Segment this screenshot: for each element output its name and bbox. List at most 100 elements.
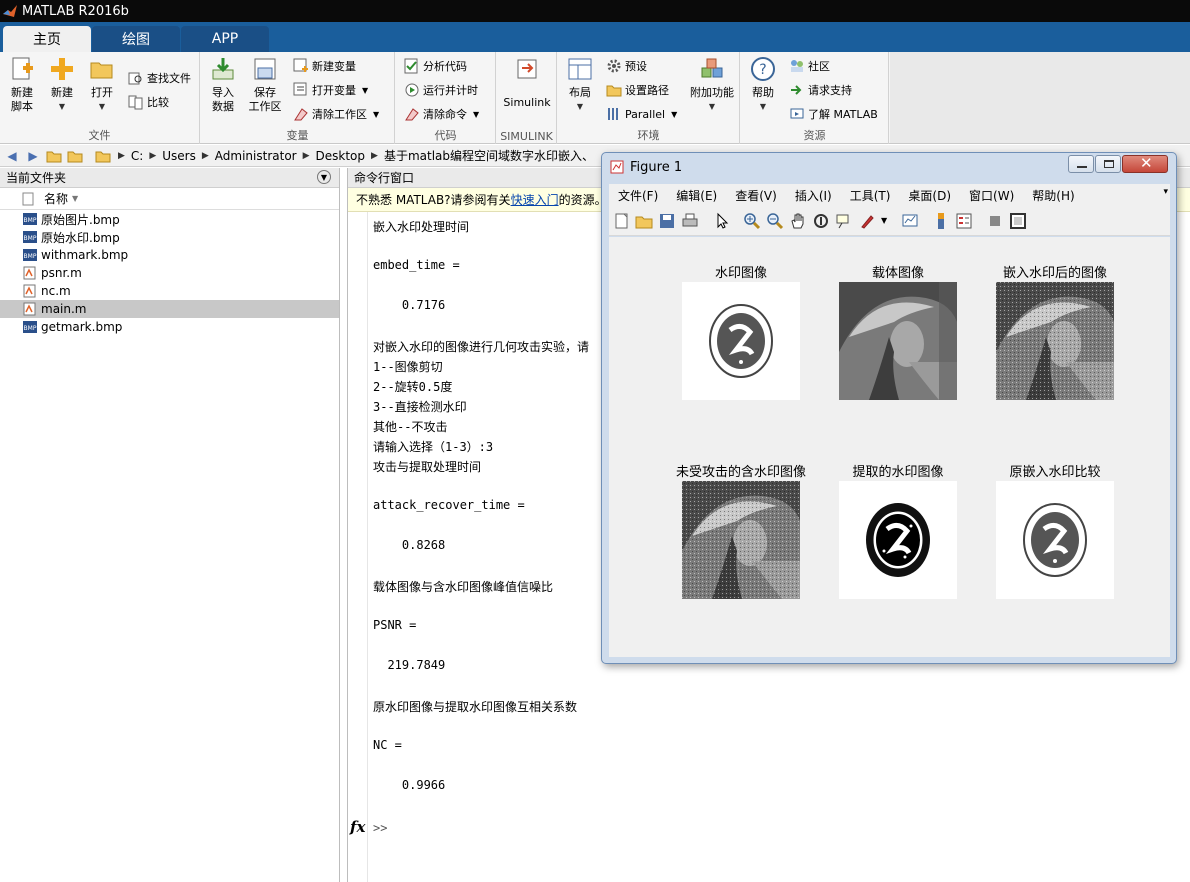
breadcrumb-users[interactable]: Users [162,149,196,163]
community-button[interactable]: 社区 [789,56,830,76]
data-cursor-icon[interactable] [835,212,853,230]
preferences-button[interactable]: 预设 [606,56,647,76]
new-figure-icon[interactable] [613,212,631,230]
figure-titlebar[interactable]: Figure 1 ✕ [602,153,1176,181]
import-data-button[interactable]: 导入 数据 [207,56,239,114]
menu-overflow-icon[interactable]: ▾ [1163,187,1168,197]
find-files-button[interactable]: 查找文件 [128,68,191,88]
open-variable-button[interactable]: 打开变量 ▼ [293,80,368,100]
breadcrumb-desktop[interactable]: Desktop [316,149,366,163]
figure-menu-item[interactable]: 插入(I) [795,187,832,204]
new-variable-button[interactable]: 新建变量 [293,56,356,76]
breadcrumb-administrator[interactable]: Administrator [215,149,297,163]
breadcrumb-project-folder[interactable]: 基于matlab编程空间域数字水印嵌入、 [384,147,594,164]
file-item[interactable]: BMP getmark.bmp [0,318,339,336]
learn-matlab-icon [790,108,804,119]
file-item[interactable]: BMP 原始图片.bmp [0,210,339,228]
figure-menu-item[interactable]: 工具(T) [850,187,891,204]
command-output-line: 其他--不攻击 [373,420,448,434]
ribbon-section-file: 新建 脚本 新建 ▼ 打开 ▼ 查找文件 比较 文件 [0,52,200,144]
file-item[interactable]: nc.m [0,282,339,300]
chevron-down-icon[interactable]: ▼ [881,216,887,225]
run-and-time-button[interactable]: 运行并计时 [404,80,478,100]
analyze-code-button[interactable]: 分析代码 [404,56,467,76]
zoom-out-icon[interactable] [766,212,784,230]
command-output-line: 1--图像剪切 [373,360,443,374]
svg-text:BMP: BMP [24,235,37,242]
command-output-line: 请输入选择（1-3）:3 [373,440,494,454]
figure-menu-item[interactable]: 文件(F) [618,187,658,204]
figure-menu-item[interactable]: 帮助(H) [1032,187,1074,204]
close-button[interactable]: ✕ [1122,154,1168,173]
file-item[interactable]: BMP 原始水印.bmp [0,228,339,246]
open-file-icon[interactable] [635,212,653,230]
pointer-icon[interactable] [713,212,731,230]
getting-started-link[interactable]: 快速入门 [511,191,559,208]
chevron-down-icon: ▼ [708,102,716,111]
pan-hand-icon[interactable] [789,212,807,230]
clear-commands-button[interactable]: 清除命令 ▼ [404,104,479,124]
browse-folder-icon[interactable] [66,149,84,163]
up-folder-icon[interactable] [45,149,63,163]
tab-plots[interactable]: 绘图 [92,26,180,52]
request-support-button[interactable]: 请求支持 [789,80,852,100]
chevron-down-icon: ▼ [362,85,369,95]
hide-plot-tools-icon[interactable] [986,212,1004,230]
parallel-button[interactable]: Parallel ▼ [606,104,677,124]
simulink-button[interactable]: Simulink [503,56,551,110]
figure-canvas[interactable]: 水印图像 载体图像 嵌入水印后的图像 未受攻击的含水印图像 提取的水印图像 原嵌… [609,237,1170,657]
zoom-in-icon[interactable] [743,212,761,230]
maximize-button[interactable] [1095,155,1121,173]
clear-workspace-button[interactable]: 清除工作区 ▼ [293,104,379,124]
legend-icon[interactable] [955,212,973,230]
fx-icon[interactable]: fx [350,818,365,836]
new-script-button[interactable]: 新建 脚本 [6,56,38,114]
show-plot-tools-icon[interactable] [1009,212,1027,230]
new-button[interactable]: 新建 ▼ [46,56,78,114]
compare-button[interactable]: 比较 [128,92,169,112]
file-item[interactable]: main.m [0,300,339,318]
link-plot-icon[interactable] [901,212,919,230]
colorbar-icon[interactable] [932,212,950,230]
brush-icon[interactable] [859,212,877,230]
open-button[interactable]: 打开 ▼ [86,56,118,114]
command-output-line: 原水印图像与提取水印图像互相关系数 [373,700,578,714]
breadcrumb-drive[interactable]: C: [131,149,143,163]
save-workspace-icon [254,58,276,80]
figure-menu-item[interactable]: 查看(V) [735,187,777,204]
addons-button[interactable]: 附加功能 ▼ [688,56,736,114]
ribbon-section-resources: ? 帮助 ▼ 社区 请求支持 了解 MATLAB 资源 [741,52,889,144]
analyze-code-icon [404,58,418,74]
print-icon[interactable] [681,212,699,230]
tab-apps[interactable]: APP [181,26,269,52]
chevron-down-icon: ▼ [759,102,767,111]
watermark-image [682,282,800,400]
matlab-logo-icon [3,5,17,17]
figure-menu-item[interactable]: 窗口(W) [969,187,1014,204]
figure-window[interactable]: Figure 1 ✕ 文件(F) 编辑(E) 查看(V) 插入(I) 工具(T) 桌面(D… [601,152,1177,664]
set-path-button[interactable]: 设置路径 [606,80,669,100]
compare-icon [128,95,143,110]
rotate-3d-icon[interactable] [812,212,830,230]
save-icon[interactable] [658,212,676,230]
forward-arrow-icon[interactable]: ▶ [24,149,42,163]
panel-options-icon[interactable]: ▼ [317,170,331,184]
figure-menu-item[interactable]: 桌面(D) [908,187,951,204]
tab-home[interactable]: 主页 [3,26,91,52]
figure-menu-item[interactable]: 编辑(E) [676,187,717,204]
back-arrow-icon[interactable]: ◀ [3,149,21,163]
save-workspace-button[interactable]: 保存 工作区 [247,56,283,114]
minimize-button[interactable] [1068,155,1094,173]
layout-button[interactable]: 布局 ▼ [564,56,596,114]
command-output-line: 2--旋转0.5度 [373,380,453,394]
clear-commands-icon [405,108,419,121]
learn-matlab-button[interactable]: 了解 MATLAB [789,104,878,124]
command-prompt[interactable]: >> [373,821,387,835]
folder-icon [94,149,112,163]
chevron-down-icon: ▼ [98,102,106,111]
file-item[interactable]: BMP withmark.bmp [0,246,339,264]
file-item[interactable]: psnr.m [0,264,339,282]
command-output-line: 嵌入水印处理时间 [373,220,470,234]
help-button[interactable]: ? 帮助 ▼ [747,56,779,114]
name-column-header[interactable]: 名称 ▼ [0,188,339,210]
